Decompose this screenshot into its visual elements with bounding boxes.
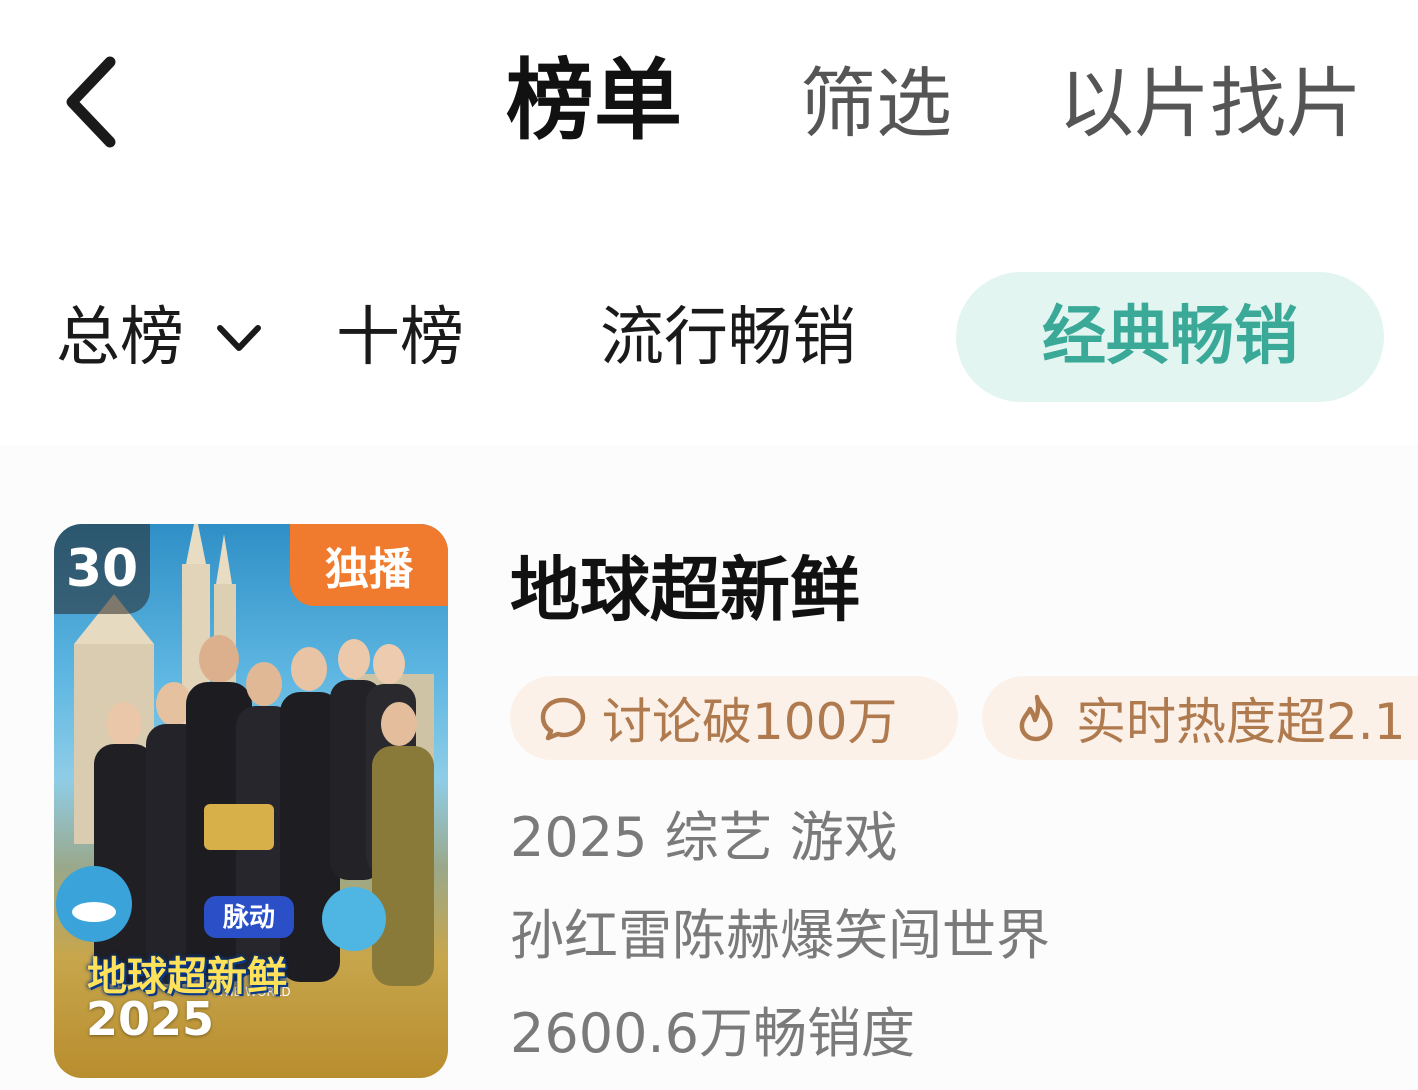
back-button[interactable] <box>58 52 130 152</box>
sales-index: 2600.6万畅销度 <box>510 1002 915 1065</box>
flame-icon <box>1019 694 1053 742</box>
poster-year: 2025 <box>86 992 215 1046</box>
page-title: 榜单 <box>506 49 683 152</box>
comment-icon <box>540 697 586 741</box>
filter-button[interactable]: 筛选 <box>800 58 952 149</box>
tab-popular-bestselling[interactable]: 流行畅销 <box>600 300 856 377</box>
tab-label: 总榜 <box>56 301 184 375</box>
show-description: 孙红雷陈赫爆笑闯世界 <box>510 904 1050 967</box>
year-genre: 2025 综艺 游戏 <box>510 806 898 869</box>
show-title[interactable]: 地球超新鲜 <box>510 548 860 632</box>
rank-badge: 30 <box>54 524 150 614</box>
discussion-tag: 讨论破100万 <box>510 676 958 760</box>
tab-classic-bestselling[interactable]: 经典畅销 <box>956 272 1384 402</box>
tab-total-ranking[interactable]: 总榜 <box>56 300 264 377</box>
heat-tag: 实时热度超2.1 <box>982 676 1418 760</box>
chevron-left-icon <box>66 56 116 148</box>
exclusive-badge: 独播 <box>290 524 448 606</box>
heat-tag-label: 实时热度超2.1 <box>1076 693 1406 751</box>
tab-ten-ranking[interactable]: 十榜 <box>336 300 464 377</box>
discussion-tag-label: 讨论破100万 <box>602 693 898 751</box>
chevron-down-icon <box>217 325 261 352</box>
svg-text:脉动: 脉动 <box>223 903 275 933</box>
search-by-image-button[interactable]: 以片找片 <box>1058 58 1362 149</box>
